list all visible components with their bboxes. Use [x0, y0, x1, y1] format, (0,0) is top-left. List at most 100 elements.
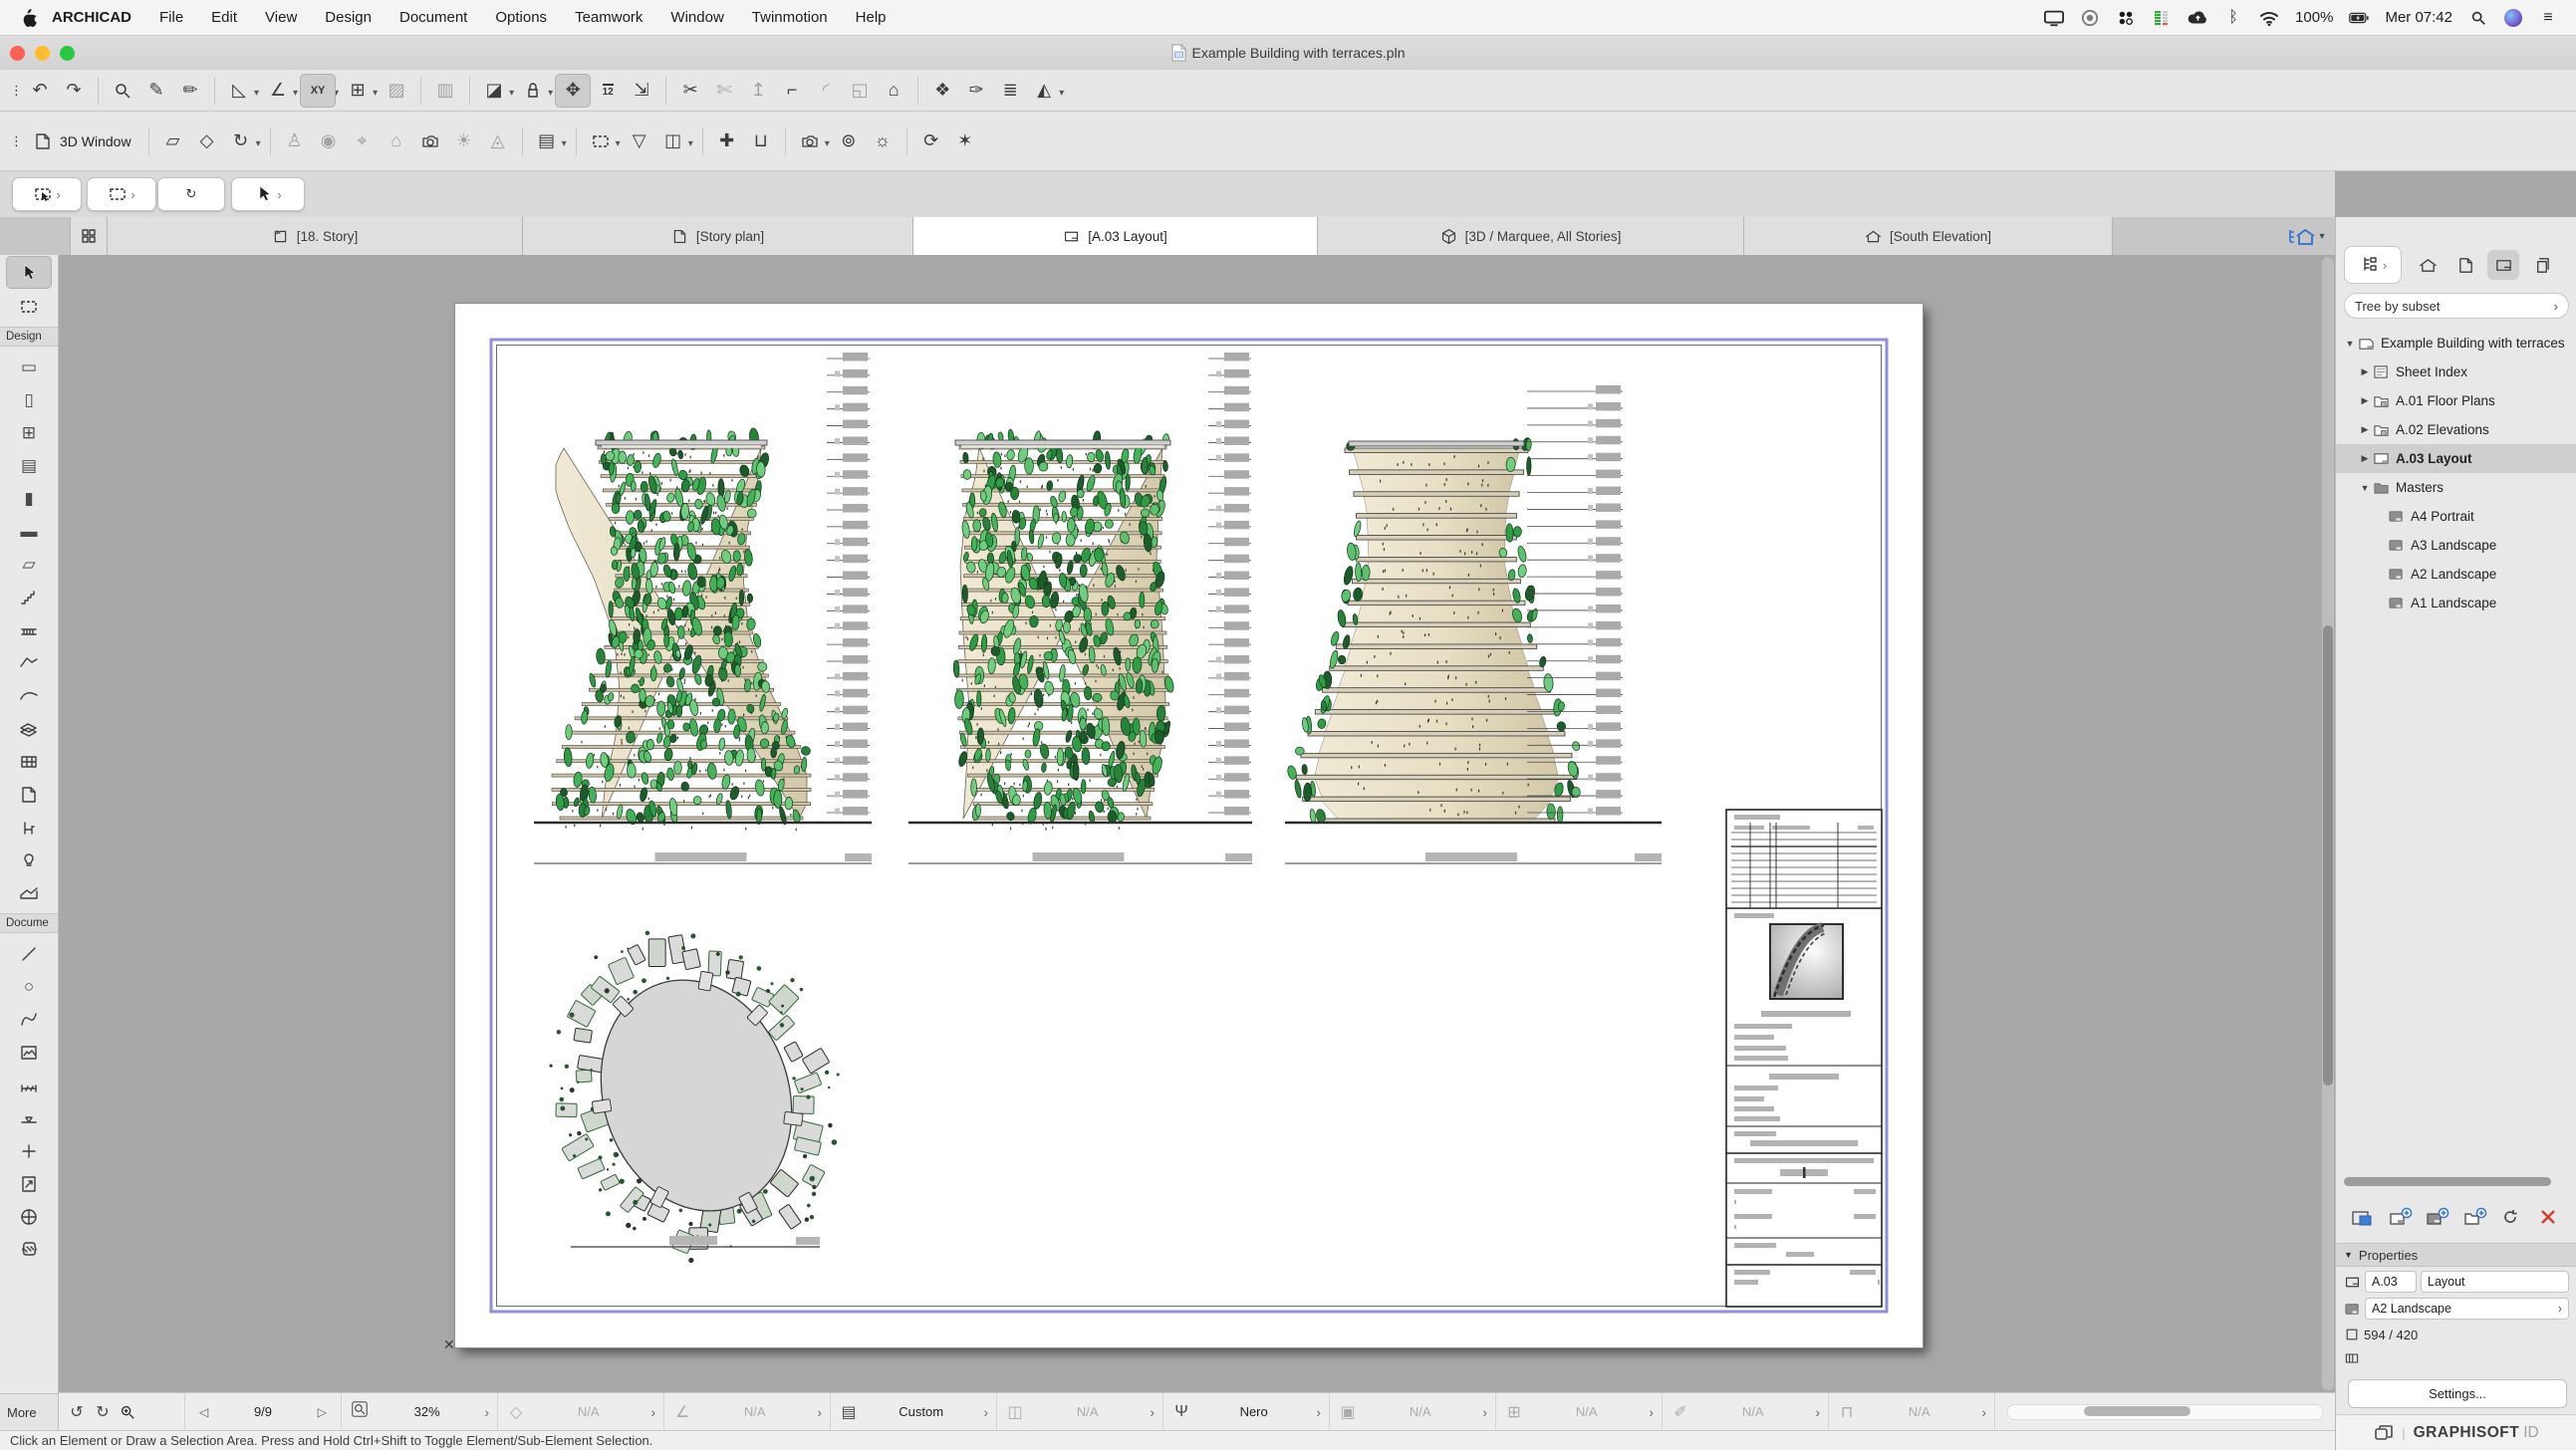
navigator-horizontal-scrollbar[interactable] [2344, 1177, 2551, 1186]
search-icon[interactable] [2468, 8, 2488, 28]
properties-header[interactable]: ▼Properties [2336, 1243, 2576, 1267]
renovation-override-segment[interactable]: ✐N/A› [1663, 1393, 1829, 1430]
capture-copy-button[interactable]: ⊚ [832, 125, 866, 157]
scale-segment[interactable]: ∠N/A› [664, 1393, 831, 1430]
partial-structure-flyout[interactable]: › [1150, 1404, 1155, 1420]
pen-set-flyout[interactable]: › [1316, 1404, 1321, 1420]
stretch-button[interactable]: ⇲ [625, 75, 658, 107]
previous-page-button[interactable]: ◁ [193, 1405, 214, 1419]
grid-snap-button[interactable]: ⊞ [341, 75, 375, 107]
menu-view[interactable]: View [251, 9, 311, 26]
layout-sheet-paper[interactable] [455, 304, 1923, 1347]
guide-lines-button[interactable]: ◺ [222, 75, 256, 107]
fill-tool[interactable] [7, 1234, 51, 1265]
dimension-units-button[interactable]: 12 [591, 75, 625, 107]
next-page-button[interactable]: ▷ [312, 1405, 333, 1419]
menu-help[interactable]: Help [842, 9, 901, 26]
axonometry-button[interactable]: ◇ [190, 125, 224, 157]
control-center-icon[interactable]: ≡ [2538, 8, 2558, 28]
new-layout-button[interactable] [2386, 1204, 2416, 1232]
app-grid-icon[interactable] [2116, 8, 2136, 28]
magic-render-button[interactable]: ✶ [948, 125, 982, 157]
battery-icon[interactable] [2349, 8, 2369, 28]
tree-item-example-building-with-terraces[interactable]: ▼Example Building with terraces [2336, 329, 2576, 358]
delete-button[interactable] [2535, 1204, 2565, 1232]
roof-tool[interactable] [7, 647, 51, 678]
marquee-select-button[interactable]: › [87, 177, 156, 211]
inject-parameters-button[interactable]: ✏ [173, 75, 207, 107]
resize-button[interactable]: ◱ [843, 75, 877, 107]
elevate-button[interactable]: ↥ [741, 75, 775, 107]
tree-item-a2-landscape[interactable]: A2 Landscape [2336, 560, 2576, 589]
select-arrow-tool[interactable] [6, 256, 52, 289]
renovation-override-flyout[interactable]: › [1815, 1404, 1820, 1420]
stair-tool[interactable] [7, 582, 51, 612]
display-icon[interactable] [2044, 8, 2064, 28]
popup-navigator-button[interactable]: ▾ [2277, 217, 2335, 255]
menu-teamwork[interactable]: Teamwork [561, 9, 656, 26]
look-around-button[interactable]: ⟳ [914, 125, 948, 157]
rotated-grid-button[interactable]: ▨ [380, 75, 413, 107]
partial-structure-segment[interactable]: ◫N/A› [997, 1393, 1163, 1430]
selection-filter-button[interactable]: ▽ [623, 125, 656, 157]
tree-item-sheet-index[interactable]: ▶Sheet Index [2336, 358, 2576, 386]
audio-levels-icon[interactable] [2152, 8, 2172, 28]
app-menu-name[interactable]: ARCHICAD [38, 9, 145, 26]
highlight-pen-button[interactable]: ✑ [959, 75, 993, 107]
show-3d-styles-button[interactable]: ▤ [530, 125, 564, 157]
chooser-flyout[interactable]: › [2383, 258, 2387, 273]
canvas-vertical-scrollbar[interactable] [2322, 257, 2334, 1390]
orbit-button[interactable]: ↻ [224, 125, 258, 157]
menu-options[interactable]: Options [481, 9, 561, 26]
menu-design[interactable]: Design [311, 9, 386, 26]
zoom-increase-button[interactable] [119, 1403, 138, 1421]
3d-cutaway-button[interactable]: ◭ [1027, 75, 1061, 107]
tree-by-subset-dropdown[interactable]: Tree by subset› [2344, 293, 2569, 319]
popup-navigator-dropdown[interactable]: ▾ [2319, 231, 2324, 242]
arrow-cursor-button[interactable]: › [231, 177, 305, 211]
wall-tool[interactable]: ▭ [7, 352, 51, 382]
zoom-level-flyout[interactable]: › [484, 1404, 489, 1420]
bluetooth-icon[interactable]: ᛒ [2223, 8, 2243, 28]
label-tool[interactable] [7, 1168, 51, 1199]
new-subset-button[interactable] [2460, 1204, 2490, 1232]
door-tool[interactable]: ▯ [7, 384, 51, 415]
dimensions-segment[interactable]: ⊓N/A› [1829, 1393, 1995, 1430]
creative-cloud-icon[interactable] [2080, 8, 2100, 28]
graphisoft-brand-suffix[interactable]: ID [2523, 1424, 2539, 1442]
tab--18-story-[interactable]: [18. Story] [108, 217, 523, 255]
model-view-options-flyout[interactable]: › [1482, 1404, 1487, 1420]
hscroll-thumb[interactable] [2084, 1406, 2190, 1416]
walk-button[interactable]: ♙ [278, 125, 312, 157]
properties-expander-icon[interactable]: ▼ [2344, 1250, 2353, 1260]
new-master-layout-button[interactable] [2423, 1204, 2452, 1232]
window-tool[interactable]: ⊞ [7, 417, 51, 448]
wifi-icon[interactable] [2259, 8, 2279, 28]
toolbox-more-button[interactable]: More [0, 1393, 58, 1430]
slab-tool[interactable]: ▱ [7, 549, 51, 580]
home-story-button[interactable]: ⌂ [380, 125, 413, 157]
orbit-grab-button[interactable]: ↻ [157, 177, 225, 211]
layout-settings-button[interactable]: Settings... [2348, 1379, 2567, 1408]
edit-group-button[interactable]: ❖ [925, 75, 959, 107]
grid-element-tool[interactable] [7, 746, 51, 777]
curtain-wall-tool[interactable]: ▤ [7, 450, 51, 481]
expander-closed-icon[interactable]: ▶ [2359, 424, 2371, 435]
apple-logo-icon[interactable] [18, 8, 38, 28]
sun-button[interactable]: ☀ [447, 125, 481, 157]
pick-up-parameters-button[interactable]: ✎ [139, 75, 173, 107]
snap-guides-button[interactable]: ∠ [261, 75, 295, 107]
dimensions-flyout[interactable]: › [1981, 1404, 1986, 1420]
camera-button[interactable] [413, 125, 447, 157]
level-dimension-tool[interactable] [7, 1102, 51, 1133]
cloud-upload-icon[interactable] [2188, 8, 2207, 28]
solid-operations-button[interactable]: ⌂ [877, 75, 910, 107]
drawing-tool[interactable] [7, 1201, 51, 1232]
menu-edit[interactable]: Edit [197, 9, 251, 26]
railing-tool[interactable] [7, 614, 51, 645]
mesh-tool[interactable] [7, 713, 51, 744]
figure-tool[interactable] [7, 1037, 51, 1068]
dimension-tool[interactable] [7, 1070, 51, 1100]
tree-item-a4-portrait[interactable]: A4 Portrait [2336, 502, 2576, 531]
split-button[interactable]: ✂ [673, 75, 707, 107]
